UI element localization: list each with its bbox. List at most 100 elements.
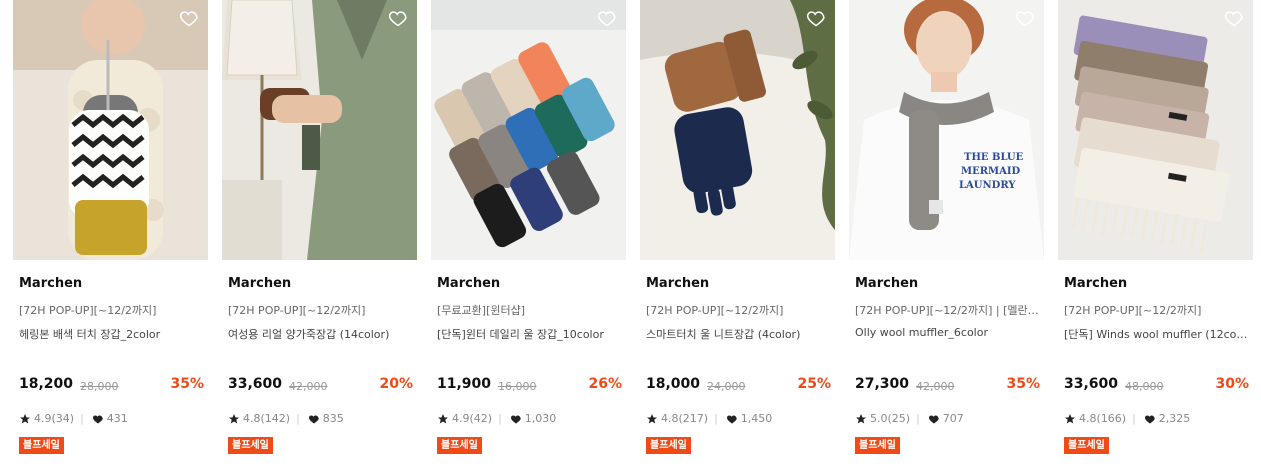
product-card[interactable]: Marchen [72H POP-UP][~12/2까지] 스마트터치 울 니트… [640, 0, 835, 473]
product-grid: Marchen [72H POP-UP][~12/2까지] 헤링본 배색 터치 … [13, 0, 1253, 473]
sale-price: 33,600 [228, 376, 283, 392]
original-price: 16,000 [498, 380, 537, 393]
wishlist-heart-icon[interactable] [388, 8, 408, 28]
likes-count: 431 [106, 412, 128, 425]
heart-icon [928, 415, 939, 423]
product-title[interactable]: [단독] Winds wool muffler (12color) [1064, 326, 1250, 342]
heart-icon [308, 415, 319, 423]
product-image[interactable]: THE BLUE MERMAID LAUNDRY [849, 0, 1044, 260]
divider: | [714, 412, 718, 425]
sale-price: 18,200 [19, 376, 74, 392]
svg-text:MERMAID: MERMAID [961, 166, 1021, 177]
star-icon [229, 413, 239, 423]
brand-name[interactable]: Marchen [855, 276, 918, 291]
sale-price: 33,600 [1064, 376, 1119, 392]
heart-icon [1144, 415, 1155, 423]
brand-name[interactable]: Marchen [646, 276, 709, 291]
original-price: 42,000 [916, 380, 955, 393]
product-stats: 4.8(166) | 2,325 [1064, 412, 1190, 425]
product-card[interactable]: Marchen [72H POP-UP][~12/2까지] 여성용 리얼 양가죽… [222, 0, 417, 473]
likes-count: 1,030 [524, 412, 557, 425]
promo-tag[interactable]: [72H POP-UP][~12/2까지] [19, 302, 205, 318]
star-icon [1065, 413, 1075, 423]
divider: | [916, 412, 920, 425]
brand-name[interactable]: Marchen [19, 276, 82, 291]
sale-badge: 블프세일 [855, 437, 900, 454]
product-stats: 4.8(142) | 835 [228, 412, 344, 425]
discount-rate: 35% [1006, 376, 1040, 392]
product-title[interactable]: [단독]윈터 데일리 울 장갑_10color [437, 326, 623, 342]
sale-badge: 블프세일 [437, 437, 482, 454]
divider: | [296, 412, 300, 425]
product-stats: 4.8(217) | 1,450 [646, 412, 772, 425]
discount-rate: 20% [379, 376, 413, 392]
product-card[interactable]: THE BLUE MERMAID LAUNDRY Marchen [72H PO… [849, 0, 1044, 473]
wishlist-heart-icon[interactable] [1224, 8, 1244, 28]
original-price: 48,000 [1125, 380, 1164, 393]
product-image[interactable] [1058, 0, 1253, 260]
brand-name[interactable]: Marchen [1064, 276, 1127, 291]
sale-price: 27,300 [855, 376, 910, 392]
wishlist-heart-icon[interactable] [597, 8, 617, 28]
heart-icon [92, 415, 103, 423]
discount-rate: 30% [1215, 376, 1249, 392]
product-stats: 4.9(34) | 431 [19, 412, 128, 425]
sale-price: 11,900 [437, 376, 492, 392]
sale-badge: 블프세일 [646, 437, 691, 454]
product-image[interactable] [431, 0, 626, 260]
product-title[interactable]: 스마트터치 울 니트장갑 (4color) [646, 326, 832, 342]
wishlist-heart-icon[interactable] [806, 8, 826, 28]
divider: | [80, 412, 84, 425]
promo-tag[interactable]: [72H POP-UP][~12/2까지] | [멜란지 ... [855, 302, 1041, 318]
product-image[interactable] [640, 0, 835, 260]
rating-text: 4.8(166) [1079, 412, 1127, 425]
product-image[interactable] [222, 0, 417, 260]
product-card[interactable]: Marchen [무료교환][윈터샵] [단독]윈터 데일리 울 장갑_10co… [431, 0, 626, 473]
wishlist-heart-icon[interactable] [1015, 8, 1035, 28]
discount-rate: 35% [170, 376, 204, 392]
divider: | [498, 412, 502, 425]
brand-name[interactable]: Marchen [437, 276, 500, 291]
discount-rate: 26% [588, 376, 622, 392]
brand-name[interactable]: Marchen [228, 276, 291, 291]
star-icon [647, 413, 657, 423]
promo-tag[interactable]: [무료교환][윈터샵] [437, 302, 623, 318]
divider: | [1132, 412, 1136, 425]
sale-badge: 블프세일 [1064, 437, 1109, 454]
promo-tag[interactable]: [72H POP-UP][~12/2까지] [646, 302, 832, 318]
sale-badge: 블프세일 [228, 437, 273, 454]
product-image[interactable] [13, 0, 208, 260]
original-price: 28,000 [80, 380, 119, 393]
product-title[interactable]: Olly wool muffler_6color [855, 326, 1041, 339]
rating-text: 4.9(42) [452, 412, 493, 425]
product-stats: 5.0(25) | 707 [855, 412, 964, 425]
rating-text: 4.9(34) [34, 412, 75, 425]
likes-count: 2,325 [1158, 412, 1191, 425]
product-title[interactable]: 여성용 리얼 양가죽장갑 (14color) [228, 326, 414, 342]
star-icon [20, 413, 30, 423]
sale-badge: 블프세일 [19, 437, 64, 454]
original-price: 24,000 [707, 380, 746, 393]
product-stats: 4.9(42) | 1,030 [437, 412, 556, 425]
svg-text:THE BLUE: THE BLUE [964, 152, 1024, 163]
sale-price: 18,000 [646, 376, 701, 392]
wishlist-heart-icon[interactable] [179, 8, 199, 28]
star-icon [856, 413, 866, 423]
star-icon [438, 413, 448, 423]
promo-tag[interactable]: [72H POP-UP][~12/2까지] [1064, 302, 1250, 318]
heart-icon [510, 415, 521, 423]
likes-count: 707 [942, 412, 964, 425]
product-card[interactable]: Marchen [72H POP-UP][~12/2까지] 헤링본 배색 터치 … [13, 0, 208, 473]
product-title[interactable]: 헤링본 배색 터치 장갑_2color [19, 326, 205, 342]
likes-count: 1,450 [740, 412, 773, 425]
rating-text: 5.0(25) [870, 412, 911, 425]
discount-rate: 25% [797, 376, 831, 392]
original-price: 42,000 [289, 380, 328, 393]
heart-icon [726, 415, 737, 423]
svg-text:LAUNDRY: LAUNDRY [959, 180, 1016, 191]
rating-text: 4.8(217) [661, 412, 709, 425]
promo-tag[interactable]: [72H POP-UP][~12/2까지] [228, 302, 414, 318]
likes-count: 835 [322, 412, 344, 425]
rating-text: 4.8(142) [243, 412, 291, 425]
product-card[interactable]: Marchen [72H POP-UP][~12/2까지] [단독] Winds… [1058, 0, 1253, 473]
